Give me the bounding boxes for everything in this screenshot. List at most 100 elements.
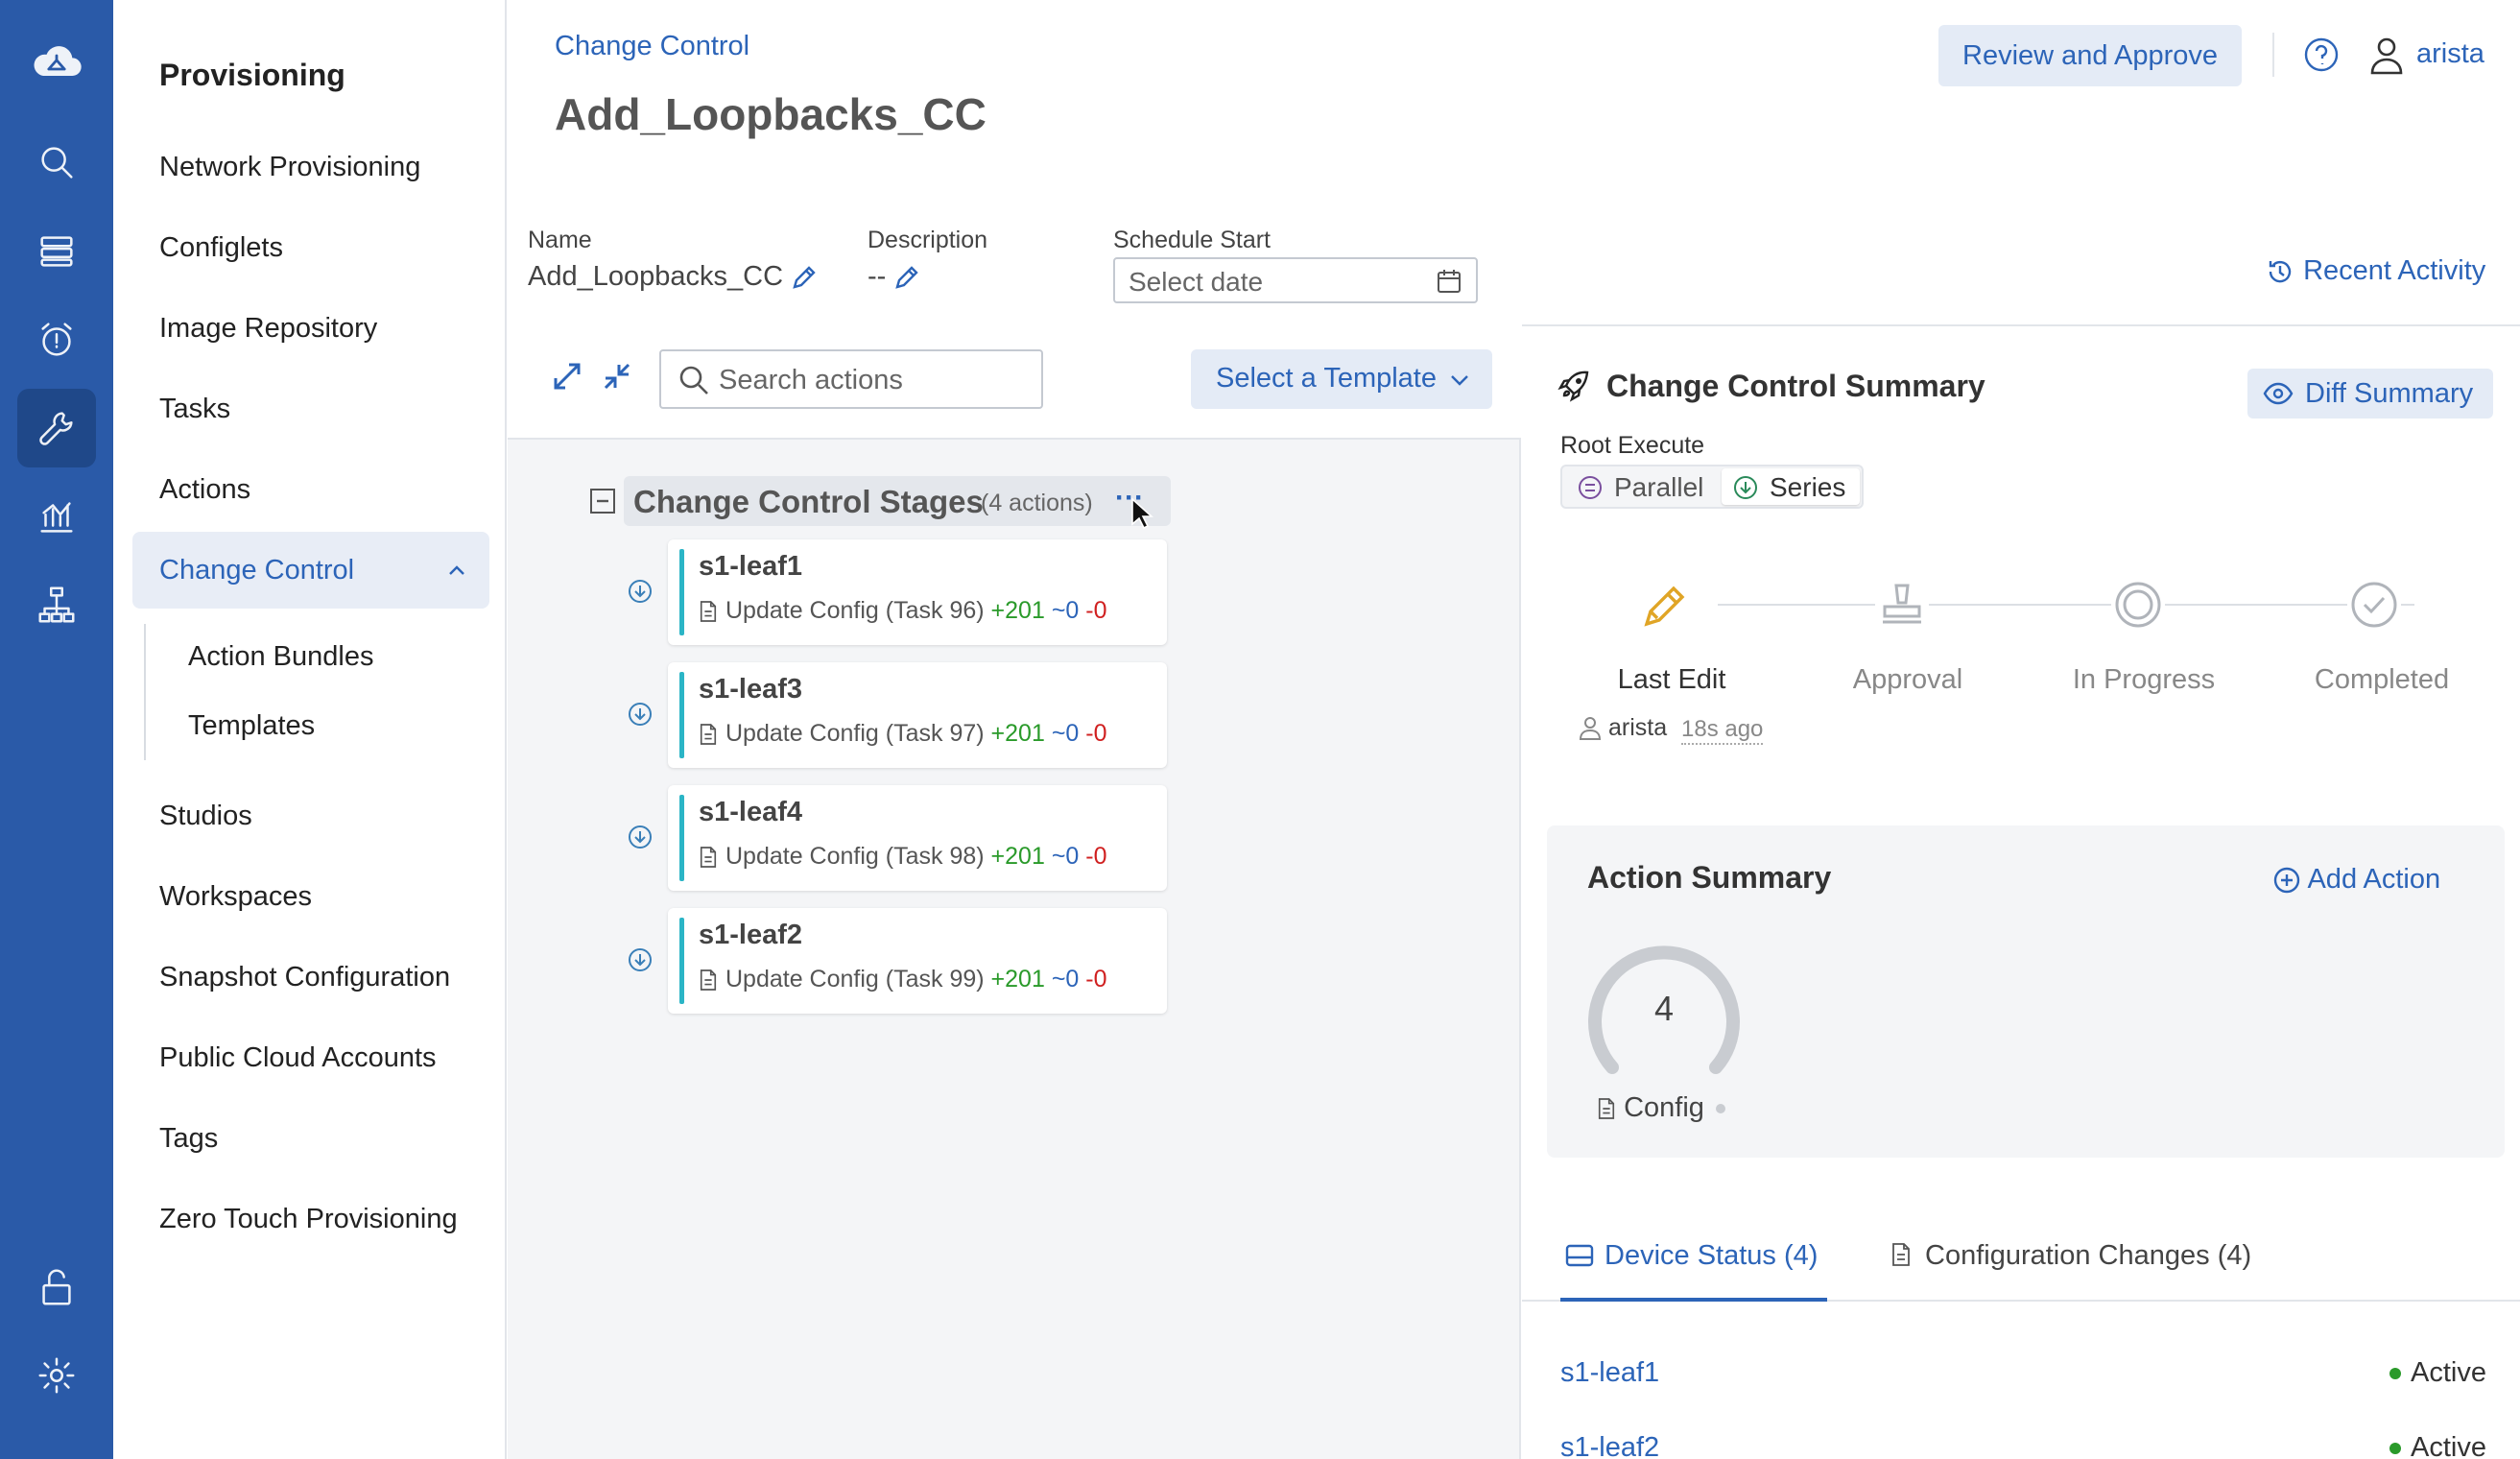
config-dot xyxy=(1715,1104,1725,1114)
device-status: Active xyxy=(2389,1432,2486,1459)
series-option[interactable]: Series xyxy=(1722,468,1860,505)
action-card[interactable]: s1-leaf4 Update Config (Task 98) +201 ~0… xyxy=(668,785,1167,891)
action-desc-text: Update Config (Task 97) xyxy=(725,720,985,747)
expand-all-icon[interactable] xyxy=(550,359,584,394)
header-divider xyxy=(2272,33,2274,77)
unlock-icon[interactable] xyxy=(17,1248,96,1327)
document-icon xyxy=(700,724,717,746)
diff-added: +201 xyxy=(990,720,1045,747)
dashboard-chart-icon[interactable] xyxy=(17,477,96,556)
settings-gear-icon[interactable] xyxy=(17,1336,96,1415)
device-status-text: Active xyxy=(2411,1432,2486,1459)
diff-added: +201 xyxy=(990,966,1045,993)
device-link[interactable]: s1-leaf2 xyxy=(1560,1432,1659,1459)
series-arrow-icon xyxy=(627,701,654,732)
nav-item-image-repository[interactable]: Image Repository xyxy=(159,313,377,345)
recent-activity-label: Recent Activity xyxy=(2303,255,2486,286)
provisioning-nav: Provisioning Network Provisioning Config… xyxy=(113,0,507,1459)
nav-item-network-provisioning[interactable]: Network Provisioning xyxy=(159,152,420,183)
diff-removed: -0 xyxy=(1085,720,1107,747)
device-tab-icon xyxy=(1565,1244,1594,1267)
description-field[interactable]: -- xyxy=(868,261,920,293)
action-device: s1-leaf2 xyxy=(699,920,803,950)
action-card[interactable]: s1-leaf2 Update Config (Task 99) +201 ~0… xyxy=(668,908,1167,1014)
nav-item-templates[interactable]: Templates xyxy=(188,710,315,742)
name-value: Add_Loopbacks_CC xyxy=(528,261,784,292)
search-icon[interactable] xyxy=(17,123,96,202)
nav-item-zero-touch-provisioning[interactable]: Zero Touch Provisioning xyxy=(159,1204,458,1235)
nav-item-studios[interactable]: Studios xyxy=(159,801,252,832)
description-label: Description xyxy=(868,227,988,253)
user-small-icon xyxy=(1578,714,1603,741)
document-icon xyxy=(1598,1098,1615,1120)
diff-summary-label: Diff Summary xyxy=(2305,378,2474,409)
help-icon[interactable] xyxy=(2303,36,2340,73)
nav-item-tags[interactable]: Tags xyxy=(159,1123,218,1155)
nav-item-workspaces[interactable]: Workspaces xyxy=(159,881,312,913)
breadcrumb[interactable]: Change Control xyxy=(555,31,749,62)
diff-changed: ~0 xyxy=(1051,966,1080,993)
provisioning-wrench-icon[interactable] xyxy=(17,389,96,467)
action-summary-card: Action Summary Add Action 4 Config xyxy=(1547,825,2505,1158)
search-icon xyxy=(677,363,711,397)
name-label: Name xyxy=(528,227,592,253)
alarm-icon[interactable] xyxy=(17,300,96,379)
name-field[interactable]: Add_Loopbacks_CC xyxy=(528,261,818,293)
parallel-option[interactable]: Parallel xyxy=(1564,468,1720,505)
nav-item-tasks[interactable]: Tasks xyxy=(159,394,230,425)
series-arrow-icon xyxy=(627,578,654,610)
nav-item-change-control[interactable]: Change Control xyxy=(159,555,354,586)
nav-item-actions[interactable]: Actions xyxy=(159,474,250,506)
document-icon xyxy=(700,969,717,992)
nav-item-configlets[interactable]: Configlets xyxy=(159,232,283,264)
search-actions-input[interactable]: Search actions xyxy=(659,349,1043,409)
action-summary-title: Action Summary xyxy=(1587,860,1832,895)
nav-item-action-bundles[interactable]: Action Bundles xyxy=(188,641,373,673)
history-icon xyxy=(2269,261,2292,283)
completed-check-icon xyxy=(2347,578,2401,632)
nav-title: Provisioning xyxy=(159,58,345,92)
review-and-approve-button[interactable]: Review and Approve xyxy=(1938,25,2242,86)
nav-sub-divider xyxy=(144,624,146,760)
stage-header[interactable]: Change Control Stages (4 actions) ··· xyxy=(624,476,1171,526)
step-completed: Completed xyxy=(2314,664,2450,695)
nav-item-snapshot-configuration[interactable]: Snapshot Configuration xyxy=(159,962,450,993)
add-action-button[interactable]: Add Action xyxy=(2272,864,2440,896)
diff-changed: ~0 xyxy=(1051,720,1080,747)
diff-summary-button[interactable]: Diff Summary xyxy=(2247,369,2493,419)
select-template-button[interactable]: Select a Template xyxy=(1191,349,1492,409)
status-dot xyxy=(2389,1368,2401,1380)
collapse-all-icon[interactable] xyxy=(600,359,634,394)
user-name[interactable]: arista xyxy=(2416,38,2484,70)
approval-stamp-icon xyxy=(1875,578,1929,632)
edit-name-pencil-icon[interactable] xyxy=(791,264,818,291)
action-device: s1-leaf3 xyxy=(699,674,803,705)
add-circle-icon xyxy=(2273,868,2300,894)
calendar-icon[interactable] xyxy=(1436,268,1462,295)
collapse-stage-icon[interactable] xyxy=(589,488,616,514)
tab-device-status[interactable]: Device Status (4) xyxy=(1560,1234,1827,1302)
action-card[interactable]: s1-leaf3 Update Config (Task 97) +201 ~0… xyxy=(668,662,1167,768)
icon-rail xyxy=(0,0,113,1459)
execution-mode-toggle: Parallel Series xyxy=(1560,465,1864,509)
action-card[interactable]: s1-leaf1 Update Config (Task 96) +201 ~0… xyxy=(668,539,1167,645)
topology-icon[interactable] xyxy=(17,565,96,644)
nav-item-public-cloud-accounts[interactable]: Public Cloud Accounts xyxy=(159,1042,437,1074)
recent-activity-link[interactable]: Recent Activity xyxy=(2265,255,2485,287)
step-approval: Approval xyxy=(1852,664,1963,695)
device-link[interactable]: s1-leaf1 xyxy=(1560,1357,1659,1389)
diff-changed: ~0 xyxy=(1051,843,1080,870)
devices-icon[interactable] xyxy=(17,211,96,290)
action-card-accent xyxy=(679,549,684,635)
select-template-label: Select a Template xyxy=(1216,363,1437,394)
edit-description-pencil-icon[interactable] xyxy=(893,264,920,291)
eye-icon xyxy=(2263,382,2294,405)
tab-configuration-changes[interactable]: Configuration Changes (4) xyxy=(1890,1234,2274,1302)
user-icon[interactable] xyxy=(2366,35,2407,75)
schedule-date-input[interactable]: Select date xyxy=(1113,257,1478,303)
add-action-label: Add Action xyxy=(2307,864,2441,895)
chevron-up-icon[interactable] xyxy=(444,559,469,584)
cloud-logo-icon[interactable] xyxy=(17,23,96,102)
root-execute-label: Root Execute xyxy=(1560,432,1705,459)
step-last-edit: Last Edit xyxy=(1617,664,1726,695)
